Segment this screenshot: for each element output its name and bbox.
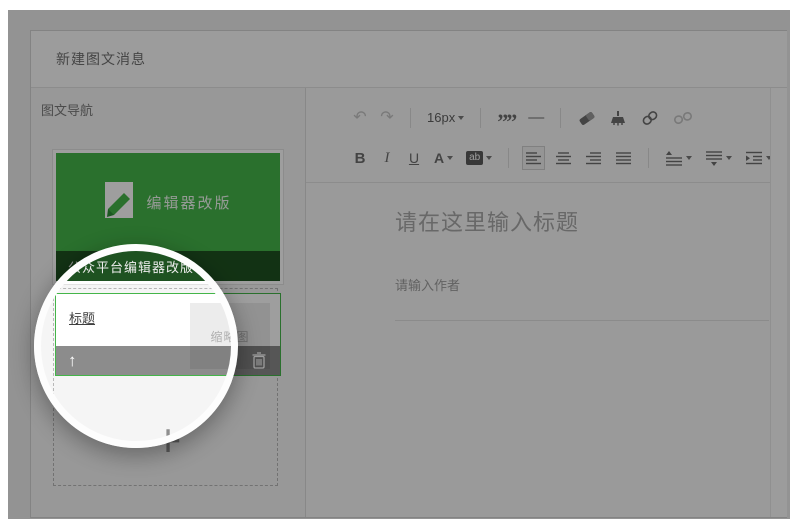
font-size-dropdown[interactable]: 16px bbox=[424, 106, 467, 130]
italic-icon: I bbox=[385, 150, 390, 167]
article-item-title-link[interactable]: 标题 bbox=[69, 308, 95, 327]
paragraph-spacing-button[interactable] bbox=[702, 146, 735, 170]
clear-format-button[interactable] bbox=[606, 106, 630, 130]
editor-pane: ↶ ↷ 16px ”” — bbox=[306, 88, 787, 517]
italic-button[interactable]: I bbox=[377, 146, 397, 170]
article-nav-sidebar: 图文导航 编辑器改 bbox=[31, 88, 306, 517]
link-icon bbox=[640, 109, 660, 127]
chevron-down-icon bbox=[447, 156, 453, 160]
unlink-icon bbox=[673, 109, 693, 127]
article-item-card[interactable]: 标题 缩略图 ↑ bbox=[55, 293, 281, 376]
underline-icon: U bbox=[409, 150, 419, 166]
author-divider bbox=[395, 320, 769, 321]
align-center-icon bbox=[555, 150, 572, 166]
toolbar-separator bbox=[508, 148, 509, 168]
edit-pencil-icon bbox=[104, 181, 134, 224]
redo-button[interactable]: ↷ bbox=[377, 106, 397, 130]
toolbar-separator bbox=[410, 108, 411, 128]
nav-label: 图文导航 bbox=[41, 100, 93, 119]
toolbar-row-2: B I U A ab bbox=[350, 141, 787, 175]
editor-content: 请在这里输入标题 请输入作者 bbox=[306, 183, 787, 321]
clear-format-icon bbox=[609, 109, 627, 127]
cover-caption: 公众平台编辑器改版 bbox=[56, 251, 280, 281]
article-author-input[interactable]: 请输入作者 bbox=[395, 275, 771, 294]
paragraph-spacing-icon bbox=[705, 150, 723, 166]
cover-article-card[interactable]: 编辑器改版 公众平台编辑器改版 bbox=[52, 149, 284, 285]
chevron-down-icon bbox=[486, 156, 492, 160]
editor-toolbar: ↶ ↷ 16px ”” — bbox=[306, 88, 787, 183]
screenshot-frame: 新建图文消息 图文导航 bbox=[8, 10, 790, 519]
item-hover-toolbar: ↑ bbox=[56, 346, 280, 375]
panel-body: 图文导航 编辑器改 bbox=[31, 88, 787, 517]
eraser-icon bbox=[577, 109, 596, 127]
undo-button[interactable]: ↶ bbox=[350, 106, 370, 130]
blockquote-icon: ”” bbox=[497, 118, 515, 127]
align-left-button[interactable] bbox=[522, 146, 545, 170]
highlight-icon: ab bbox=[466, 151, 483, 165]
cover-image: 编辑器改版 公众平台编辑器改版 bbox=[56, 153, 280, 281]
bold-icon: B bbox=[355, 150, 366, 167]
align-right-icon bbox=[585, 150, 602, 166]
page: 新建图文消息 图文导航 bbox=[0, 0, 800, 530]
chevron-down-icon bbox=[686, 156, 692, 160]
article-title-input[interactable]: 请在这里输入标题 bbox=[395, 205, 771, 237]
font-color-button[interactable]: A bbox=[431, 146, 456, 170]
link-button[interactable] bbox=[637, 106, 663, 130]
underline-button[interactable]: U bbox=[404, 146, 424, 170]
toolbar-separator bbox=[648, 148, 649, 168]
trash-icon[interactable] bbox=[250, 351, 268, 370]
align-justify-icon bbox=[615, 150, 632, 166]
redo-icon: ↷ bbox=[380, 110, 393, 126]
toolbar-separator bbox=[480, 108, 481, 128]
thumbnail-label: 缩略图 bbox=[210, 328, 249, 345]
blockquote-button[interactable]: ”” bbox=[494, 106, 518, 130]
chevron-down-icon bbox=[458, 116, 464, 120]
font-color-icon: A bbox=[434, 150, 444, 166]
eraser-button[interactable] bbox=[574, 106, 599, 130]
cover-badge-text: 编辑器改版 bbox=[146, 192, 231, 213]
highlight-button[interactable]: ab bbox=[463, 146, 495, 170]
add-article-button[interactable]: + bbox=[138, 410, 198, 470]
font-size-value: 16px bbox=[427, 110, 455, 125]
new-article-panel: 新建图文消息 图文导航 bbox=[30, 30, 787, 518]
unlink-button[interactable] bbox=[670, 106, 696, 130]
line-height-icon bbox=[665, 150, 683, 166]
indent-icon bbox=[745, 150, 763, 166]
chevron-down-icon bbox=[726, 156, 732, 160]
align-center-button[interactable] bbox=[552, 146, 575, 170]
cover-main: 编辑器改版 bbox=[56, 153, 280, 251]
align-right-button[interactable] bbox=[582, 146, 605, 170]
line-height-button[interactable] bbox=[662, 146, 695, 170]
align-left-icon bbox=[525, 150, 542, 166]
panel-header: 新建图文消息 bbox=[31, 31, 787, 88]
hr-icon: — bbox=[528, 110, 544, 126]
editor-scrollbar[interactable] bbox=[770, 88, 787, 517]
align-justify-button[interactable] bbox=[612, 146, 635, 170]
undo-icon: ↶ bbox=[353, 110, 366, 126]
plus-icon: + bbox=[155, 417, 182, 463]
bold-button[interactable]: B bbox=[350, 146, 370, 170]
toolbar-row-1: ↶ ↷ 16px ”” — bbox=[350, 101, 787, 135]
toolbar-separator bbox=[560, 108, 561, 128]
page-title: 新建图文消息 bbox=[56, 49, 146, 69]
horizontal-rule-button[interactable]: — bbox=[525, 106, 547, 130]
upload-arrow-icon[interactable]: ↑ bbox=[68, 352, 77, 369]
